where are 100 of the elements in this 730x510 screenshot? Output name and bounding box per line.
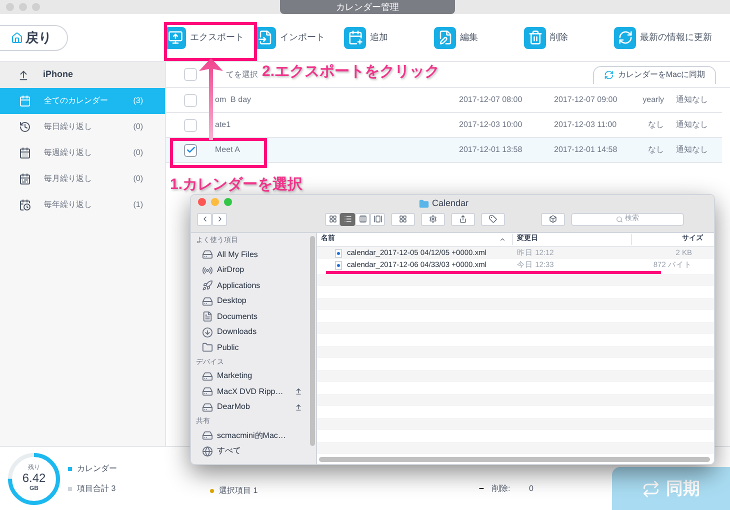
sidebar-item-label: 毎年繰り返し (44, 199, 93, 211)
share-icon (459, 215, 467, 223)
folder-icon (419, 198, 429, 209)
download-icon (202, 326, 213, 338)
finder-sidebar-item[interactable]: Desktop (196, 294, 316, 309)
finder-sidebar-item[interactable]: すべて (196, 444, 316, 459)
finder-sidebar-item[interactable]: Documents (196, 309, 316, 324)
checkbox[interactable] (184, 144, 197, 156)
document-icon (202, 311, 213, 322)
sidebar-item-label: AirDrop (217, 264, 246, 276)
calendar-row[interactable]: Meet A 2017-12-01 13:58 2017-12-01 14:58 なし 通知なし (166, 138, 722, 163)
sidebar-item-label: 全てのカレンダー (44, 95, 109, 107)
monitor-icon (168, 30, 182, 45)
home-icon (10, 32, 22, 44)
trash-icon (528, 30, 542, 45)
event-title: om B day (215, 94, 252, 106)
start-time: 2017-12-03 10:00 (459, 119, 524, 131)
annotation-label: 2.エクスポートをクリック (262, 62, 440, 82)
settings-button[interactable] (421, 212, 445, 226)
calendar-add-icon (348, 30, 362, 45)
toolbar-button[interactable]: インポート (254, 22, 344, 54)
sidebar-item-label: 毎週繰り返し (44, 147, 93, 159)
globe-icon (202, 446, 213, 457)
finder-sidebar-item[interactable]: Downloads (196, 324, 316, 340)
airdrop-icon (202, 264, 213, 276)
close-icon[interactable] (198, 198, 206, 206)
sidebar-item-label: Downloads (217, 326, 258, 338)
annotation-label: 1.カレンダーを選択 (170, 175, 303, 195)
share-button[interactable] (451, 212, 475, 226)
list-view-icon (344, 215, 352, 223)
finder-sidebar-item[interactable]: MacX DVD Ripp… (196, 384, 316, 400)
list-view-button[interactable] (340, 212, 355, 226)
checkbox[interactable] (184, 118, 197, 132)
settings-icon (429, 215, 437, 223)
edit-icon (438, 30, 452, 45)
toolbar-button[interactable]: エクスポート (164, 22, 254, 54)
tag-icon (489, 215, 497, 223)
drive-icon (202, 402, 213, 413)
repeat-value: なし (647, 119, 664, 131)
drive-icon (202, 296, 213, 307)
finder-sidebar-item[interactable]: Public (196, 340, 316, 356)
sidebar-item[interactable]: 毎年繰り返し (1) (0, 192, 165, 218)
tag-button[interactable] (481, 212, 505, 226)
sidebar-item-count: (1) (133, 199, 143, 211)
device-name: iPhone (43, 68, 74, 82)
end-time: 2017-12-03 11:00 (554, 119, 618, 131)
delete-count: 0 (529, 483, 534, 495)
alert-value: 通知なし (676, 144, 708, 156)
toolbar-button[interactable]: 最新の情報に更新 (614, 22, 712, 54)
eject-icon[interactable] (295, 388, 302, 396)
sidebar-item[interactable]: 毎月繰り返し (0) (0, 166, 165, 192)
finder-sidebar-item[interactable]: All My Files (196, 247, 316, 262)
folder-icon (202, 342, 213, 354)
finder-sidebar-item[interactable]: DearMob (196, 400, 316, 415)
sync-to-mac-tab[interactable]: カレンダーをMacに同期 (592, 66, 716, 84)
finder-sidebar-item[interactable]: AirDrop (196, 262, 316, 278)
arrange-button[interactable] (391, 212, 415, 226)
icon-view-button[interactable] (325, 212, 340, 226)
sidebar-item[interactable]: 毎日繰り返し (0) (0, 114, 165, 140)
back-button[interactable]: 戻り (0, 24, 68, 50)
delete-count-label: 削除: (492, 483, 510, 495)
sort-icon (499, 236, 506, 243)
import-icon (258, 30, 272, 45)
sync-icon (642, 480, 660, 498)
sidebar-item-count: (0) (133, 121, 143, 133)
sidebar-item-label: Marketing (217, 370, 254, 382)
sidebar-item-label: Desktop (217, 295, 248, 308)
checkbox[interactable] (184, 68, 197, 81)
eject-icon[interactable] (18, 70, 29, 80)
toolbar-button[interactable]: 削除 (524, 22, 614, 54)
finder-sidebar-item[interactable]: scmacmini的Mac… (196, 428, 316, 444)
box-button[interactable] (541, 212, 565, 226)
eject-icon[interactable] (295, 404, 302, 411)
repeat-value: yearly (642, 94, 664, 106)
sidebar-item-count: (0) (133, 147, 143, 159)
gallery-view-button[interactable] (370, 212, 385, 226)
end-time: 2017-12-01 14:58 (554, 144, 618, 156)
column-view-button[interactable] (355, 212, 370, 226)
dash: – (479, 482, 484, 495)
alert-value: 通知なし (676, 94, 708, 106)
gallery-view-icon (374, 215, 382, 223)
search-icon (616, 216, 623, 222)
start-time: 2017-12-01 13:58 (459, 144, 524, 156)
finder-sidebar-item[interactable]: Marketing (196, 368, 316, 384)
refresh-icon (618, 30, 632, 45)
sidebar-item-label: All My Files (217, 248, 259, 261)
checkbox[interactable] (184, 94, 197, 106)
event-title: Meet A (215, 144, 241, 156)
sidebar-item-label: scmacmini的Mac… (217, 430, 287, 442)
event-title: ate1 (215, 119, 232, 131)
toolbar-button[interactable]: 追加 (344, 22, 434, 54)
sidebar-item-label: Documents (217, 310, 258, 323)
finder-sidebar-item[interactable]: Applications (196, 278, 316, 294)
storage-value: 6.42 (22, 471, 46, 486)
window-title: カレンダー管理 (280, 0, 455, 14)
toolbar-button[interactable]: 編集 (434, 22, 524, 54)
icon-view-icon (328, 215, 336, 223)
legend-label: 項目合計 3 (77, 482, 116, 494)
sidebar-item-label: Public (217, 342, 240, 354)
sidebar-item[interactable]: 毎週繰り返し (0) (0, 140, 165, 166)
